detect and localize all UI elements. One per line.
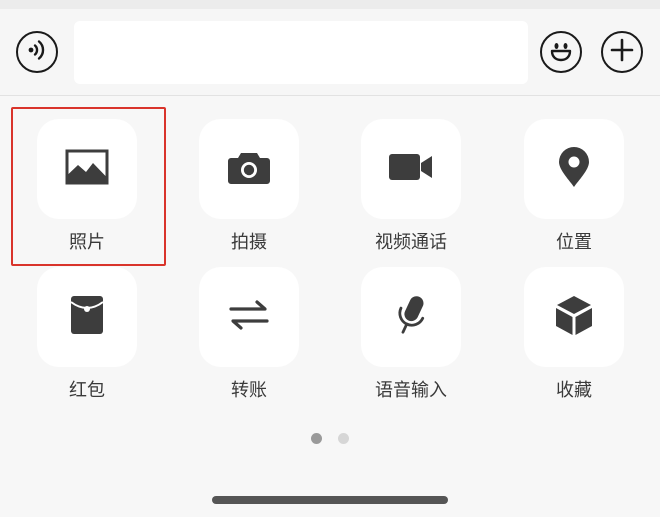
voice-waves-icon <box>23 36 51 68</box>
panel-item-label: 位置 <box>556 232 592 253</box>
camera-tile[interactable] <box>199 119 299 219</box>
panel-item-video-call[interactable]: 视频通话 <box>361 119 461 253</box>
location-pin-icon <box>557 146 591 192</box>
status-strip <box>0 0 660 9</box>
camera-icon <box>227 149 271 189</box>
panel-item-voice-input[interactable]: 语音输入 <box>361 267 461 401</box>
favorites-tile[interactable] <box>524 267 624 367</box>
panel-item-label: 转账 <box>231 380 267 401</box>
more-actions-button[interactable] <box>601 31 643 73</box>
panel-item-label: 视频通话 <box>375 232 447 253</box>
video-call-icon <box>388 152 434 186</box>
microphone-icon <box>394 293 428 341</box>
red-packet-tile[interactable] <box>37 267 137 367</box>
emoji-button[interactable] <box>540 31 582 73</box>
transfer-tile[interactable] <box>199 267 299 367</box>
voice-input-tile[interactable] <box>361 267 461 367</box>
panel-item-red-packet[interactable]: 红包 <box>37 267 137 401</box>
home-indicator[interactable] <box>212 496 448 504</box>
panel-item-favorites[interactable]: 收藏 <box>524 267 624 401</box>
panel-item-label: 语音输入 <box>375 380 447 401</box>
chat-input-bar <box>0 9 660 96</box>
location-tile[interactable] <box>524 119 624 219</box>
selection-highlight <box>11 107 166 266</box>
panel-item-transfer[interactable]: 转账 <box>199 267 299 401</box>
smiley-icon <box>546 35 576 69</box>
message-input[interactable] <box>74 21 528 84</box>
voice-mode-button[interactable] <box>16 31 58 73</box>
page-indicator-dot[interactable] <box>338 433 349 444</box>
plus-icon <box>609 37 635 67</box>
favorites-cube-icon <box>554 294 594 340</box>
transfer-icon <box>229 299 269 335</box>
panel-item-label: 红包 <box>69 380 105 401</box>
panel-item-label: 拍摄 <box>231 232 267 253</box>
panel-item-location[interactable]: 位置 <box>524 119 624 253</box>
panel-item-camera[interactable]: 拍摄 <box>199 119 299 253</box>
panel-item-label: 收藏 <box>556 380 592 401</box>
red-packet-icon <box>69 294 105 340</box>
page-indicator-dot[interactable] <box>311 433 322 444</box>
video-call-tile[interactable] <box>361 119 461 219</box>
